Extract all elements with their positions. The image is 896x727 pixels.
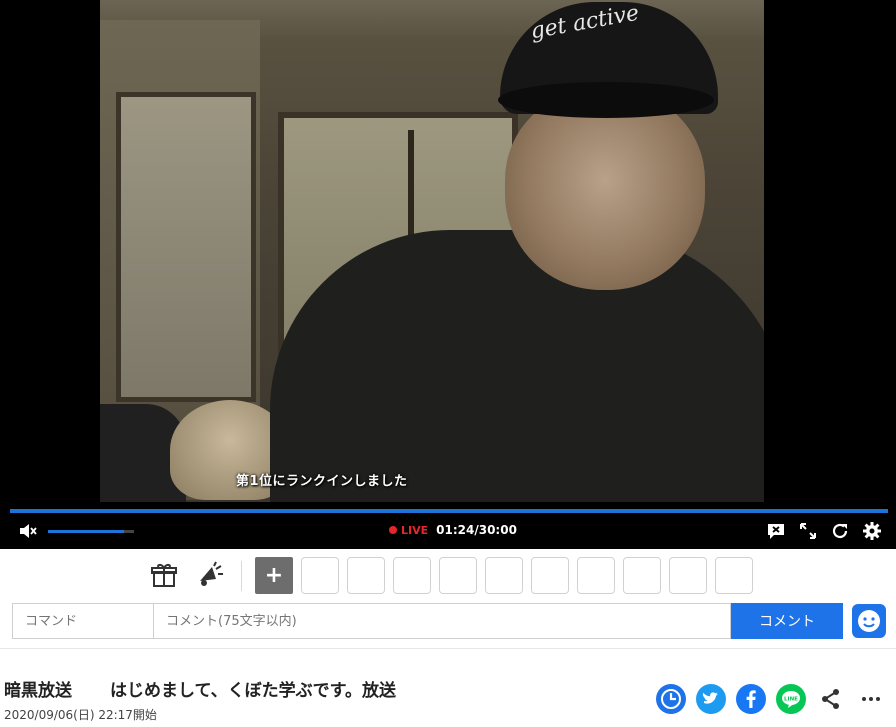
item-slot[interactable] xyxy=(531,557,569,594)
video-scene-face xyxy=(505,90,705,290)
command-input[interactable] xyxy=(12,603,153,639)
svg-text:LINE: LINE xyxy=(784,697,798,703)
twitter-share-button[interactable] xyxy=(696,684,726,714)
line-share-button[interactable]: LINE xyxy=(776,684,806,714)
add-nicoad-button[interactable]: + xyxy=(255,557,293,594)
comment-input[interactable] xyxy=(153,603,731,639)
video-scene-cap-brim xyxy=(498,82,714,118)
item-slot[interactable] xyxy=(577,557,615,594)
comment-area: + コメント xyxy=(0,549,896,649)
stream-title: はじめまして、くぼた学ぶです。放送 xyxy=(110,681,396,701)
share-button[interactable] xyxy=(816,684,846,714)
mute-button[interactable] xyxy=(18,523,38,539)
clock-icon xyxy=(661,689,681,709)
action-divider xyxy=(241,561,242,591)
comment-toggle-button[interactable] xyxy=(766,521,786,541)
smiley-icon xyxy=(858,610,880,632)
settings-button[interactable] xyxy=(862,521,882,541)
gift-icon xyxy=(151,564,177,587)
item-slot[interactable] xyxy=(669,557,707,594)
start-time: 2020/09/06(日) 22:17開始 xyxy=(4,708,157,722)
emoji-button[interactable] xyxy=(852,604,886,638)
share-icon xyxy=(822,689,839,709)
video-player[interactable]: get active 第1位にランクインしました LIVE 01:24/30:0… xyxy=(0,0,896,549)
item-slot[interactable] xyxy=(485,557,523,594)
volume-slider[interactable] xyxy=(48,530,134,533)
reload-icon xyxy=(832,523,848,539)
fullscreen-icon xyxy=(800,523,816,539)
item-slot[interactable] xyxy=(347,557,385,594)
item-slot[interactable] xyxy=(623,557,661,594)
timeshift-button[interactable] xyxy=(656,684,686,714)
facebook-icon xyxy=(746,690,756,708)
channel-name[interactable]: 暗黒放送 xyxy=(4,676,72,701)
live-label: LIVE xyxy=(401,523,429,537)
item-slot[interactable] xyxy=(301,557,339,594)
comment-toggle-icon xyxy=(768,524,784,539)
gift-button[interactable] xyxy=(150,561,178,589)
comment-submit-button[interactable]: コメント xyxy=(731,603,843,639)
facebook-share-button[interactable] xyxy=(736,684,766,714)
mute-icon xyxy=(20,524,37,538)
live-dot xyxy=(389,526,397,534)
megaphone-icon xyxy=(200,561,223,586)
fullscreen-button[interactable] xyxy=(798,521,818,541)
program-info: 暗黒放送 はじめまして、くぼた学ぶです。放送 2020/09/06(日) 22:… xyxy=(0,650,896,727)
video-scene-shirt xyxy=(270,230,764,502)
control-bar: LIVE 01:24/30:00 xyxy=(0,513,896,549)
more-icon xyxy=(862,697,880,701)
twitter-icon xyxy=(702,692,718,704)
more-button[interactable] xyxy=(856,684,886,714)
ranking-ticker: 第1位にランクインしました xyxy=(236,474,408,489)
line-icon: LINE xyxy=(782,691,800,708)
item-slot[interactable] xyxy=(715,557,753,594)
volume-fill xyxy=(48,530,124,533)
live-status: LIVE 01:24/30:00 xyxy=(389,523,517,537)
cheer-button[interactable] xyxy=(196,561,224,589)
item-slot[interactable] xyxy=(439,557,477,594)
settings-icon xyxy=(863,522,881,540)
time-readout: 01:24/30:00 xyxy=(436,523,517,537)
video-frame[interactable]: get active xyxy=(100,0,764,502)
video-scene-door-left xyxy=(116,92,256,402)
item-slot[interactable] xyxy=(393,557,431,594)
reload-button[interactable] xyxy=(830,521,850,541)
